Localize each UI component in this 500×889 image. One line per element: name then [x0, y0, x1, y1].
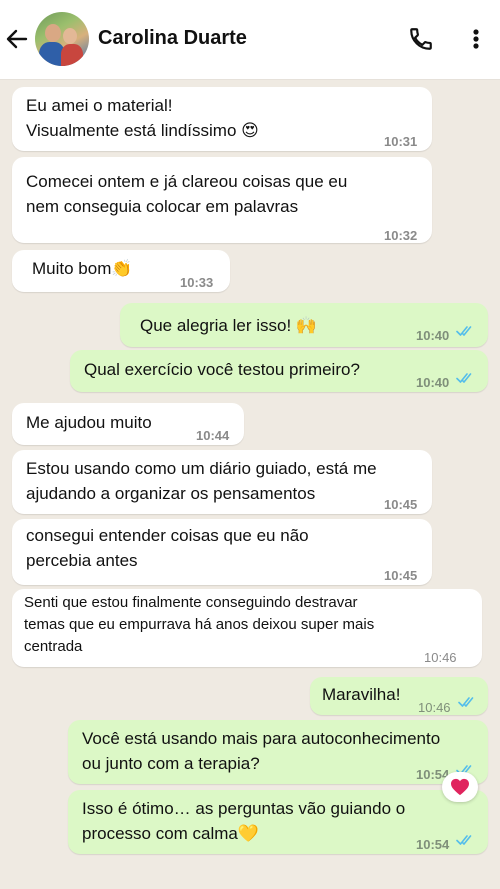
message-text: Qual exercício você testou primeiro?: [84, 360, 360, 379]
reaction-badge[interactable]: [442, 772, 478, 802]
message-time: 10:54: [416, 837, 450, 852]
message-text: consegui entender coisas que eu não perc…: [26, 526, 309, 570]
message-text: Me ajudou muito: [26, 413, 152, 432]
message-text: Que alegria ler isso!: [140, 316, 292, 335]
message-time: 10:45: [384, 568, 418, 583]
heart-icon: [451, 778, 469, 796]
message-bubble-incoming[interactable]: Muito bom👏 10:33: [12, 250, 230, 292]
message-bubble-incoming[interactable]: Estou usando como um diário guiado, está…: [12, 450, 432, 514]
message-time: 10:31: [384, 134, 418, 149]
double-check-read-icon: [456, 326, 472, 336]
message-text: Estou usando como um diário guiado, está…: [26, 459, 377, 503]
double-check-read-icon: [456, 373, 472, 383]
message-time: 10:45: [384, 497, 418, 512]
message-text: Comecei ontem e já clareou coisas que eu…: [26, 172, 348, 216]
message-time: 10:46: [424, 650, 457, 665]
kebab-menu-icon[interactable]: [466, 26, 486, 52]
message-time: 10:46: [418, 700, 451, 715]
message-bubble-outgoing[interactable]: Você está usando mais para autoconhecime…: [68, 720, 488, 784]
message-bubble-outgoing[interactable]: Maravilha! 10:46: [310, 677, 488, 715]
clapping-hands-icon: 👏: [111, 259, 133, 279]
phone-icon[interactable]: [408, 26, 434, 52]
arrow-left-icon[interactable]: [4, 26, 30, 52]
message-text: Senti que estou finalmente conseguindo d…: [24, 594, 375, 655]
message-time: 10:40: [416, 328, 450, 343]
message-bubble-incoming[interactable]: consegui entender coisas que eu não perc…: [12, 519, 432, 585]
message-text: Você está usando mais para autoconhecime…: [82, 729, 441, 773]
smiling-face-heart-eyes-icon: 😍: [241, 121, 259, 141]
message-bubble-incoming[interactable]: Eu amei o material! Visualmente está lin…: [12, 87, 432, 151]
avatar[interactable]: [35, 12, 89, 66]
message-time: 10:44: [196, 428, 230, 443]
chat-header: Carolina Duarte: [0, 0, 500, 80]
message-bubble-incoming[interactable]: Senti que estou finalmente conseguindo d…: [12, 589, 482, 667]
message-text: Eu amei o material! Visualmente está lin…: [26, 96, 237, 140]
message-bubble-outgoing[interactable]: Isso é ótimo… as perguntas vão guiando o…: [68, 790, 488, 854]
double-check-read-icon: [458, 697, 474, 707]
raising-hands-icon: 🙌: [295, 316, 318, 336]
yellow-heart-icon: 💛: [237, 824, 260, 844]
double-check-read-icon: [456, 835, 472, 845]
message-time: 10:32: [384, 228, 418, 243]
message-bubble-incoming[interactable]: Comecei ontem e já clareou coisas que eu…: [12, 157, 432, 243]
message-time: 10:33: [180, 275, 214, 290]
message-text: Muito bom: [32, 259, 112, 278]
contact-name[interactable]: Carolina Duarte: [98, 27, 247, 50]
message-text: Maravilha!: [322, 685, 401, 704]
message-bubble-outgoing[interactable]: Que alegria ler isso! 🙌 10:40: [120, 303, 488, 347]
message-time: 10:40: [416, 375, 450, 390]
message-bubble-incoming[interactable]: Me ajudou muito 10:44: [12, 403, 244, 445]
message-bubble-outgoing[interactable]: Qual exercício você testou primeiro? 10:…: [70, 350, 488, 392]
